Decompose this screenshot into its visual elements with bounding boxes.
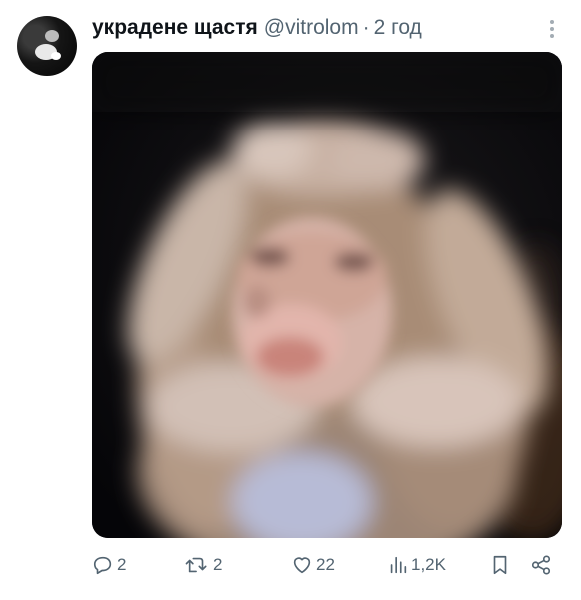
reply-count: 2 xyxy=(117,555,127,574)
repost-button[interactable]: 2 xyxy=(184,550,222,580)
like-icon xyxy=(293,557,311,574)
like-count: 22 xyxy=(316,555,335,574)
bookmark-button[interactable] xyxy=(490,550,510,580)
reply-button[interactable]: 2 xyxy=(92,550,126,580)
repost-icon xyxy=(185,557,207,573)
reply-icon xyxy=(93,556,112,575)
views-count: 1,2K xyxy=(411,555,446,574)
bookmark-icon xyxy=(493,555,507,575)
action-bar: 2 2 22 1,2K xyxy=(92,550,562,580)
share-button[interactable] xyxy=(530,550,552,580)
views-icon xyxy=(390,556,407,574)
more-icon[interactable] xyxy=(542,18,562,40)
repost-count: 2 xyxy=(213,555,223,574)
display-name[interactable]: украдене щастя xyxy=(92,16,258,40)
timestamp[interactable]: 2 год xyxy=(374,16,422,40)
user-handle[interactable]: @vitrolom xyxy=(264,16,359,40)
views-button[interactable]: 1,2K xyxy=(388,550,446,580)
separator: · xyxy=(362,16,370,39)
share-icon xyxy=(531,555,551,575)
tweet-media-image[interactable] xyxy=(92,52,562,538)
avatar[interactable] xyxy=(17,16,77,76)
tweet: украдене щастя @vitrolom · 2 год 2 2 22 … xyxy=(0,0,581,600)
tweet-header: украдене щастя @vitrolom · 2 год xyxy=(92,14,422,42)
like-button[interactable]: 22 xyxy=(291,550,335,580)
